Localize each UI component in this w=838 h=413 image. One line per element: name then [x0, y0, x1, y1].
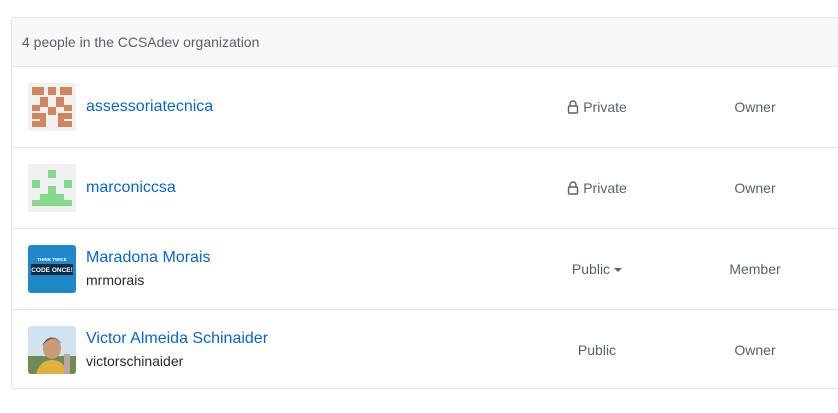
member-role: Member: [729, 261, 781, 277]
member-login: mrmorais: [86, 272, 145, 288]
visibility-dropdown[interactable]: Public: [542, 229, 652, 309]
caret-down-icon: [614, 268, 623, 272]
member-name-block: assessoriatecnica: [86, 67, 213, 147]
member-role: Owner: [734, 342, 776, 358]
member-name-block: Victor Almeida Schinaider victorschinaid…: [86, 310, 268, 390]
people-count-header: 4 people in the CCSAdev organization: [12, 18, 838, 67]
identicon-orange-icon[interactable]: [28, 83, 76, 131]
org-people-panel: 4 people in the CCSAdev organization ass…: [11, 17, 838, 389]
lock-icon: [567, 181, 579, 195]
member-name-link[interactable]: Victor Almeida Schinaider: [86, 328, 268, 350]
member-row: Victor Almeida Schinaider victorschinaid…: [12, 310, 838, 391]
think-twice-code-once-avatar[interactable]: THINK TWICE CODE ONCE!: [28, 245, 76, 293]
identicon-green-icon[interactable]: [28, 164, 76, 212]
visibility-label: Private: [583, 99, 627, 115]
member-name-link[interactable]: assessoriatecnica: [86, 96, 213, 118]
avatar-text-bottom: CODE ONCE!: [31, 267, 73, 274]
visibility-status: Private: [542, 148, 652, 228]
visibility-label: Public: [571, 261, 611, 277]
member-name-link[interactable]: marconiccsa: [86, 177, 176, 199]
lock-icon: [567, 100, 579, 114]
member-row: marconiccsa Private Owner: [12, 148, 838, 229]
avatar-text-top: THINK TWICE: [37, 257, 67, 262]
member-name-block: marconiccsa: [86, 148, 176, 228]
member-row: assessoriatecnica Private Owner: [12, 67, 838, 148]
member-role: Owner: [734, 180, 776, 196]
visibility-label: Private: [583, 180, 627, 196]
visibility-label: Public: [577, 342, 617, 358]
member-login: victorschinaider: [86, 353, 184, 369]
member-name-block: Maradona Morais mrmorais: [86, 229, 211, 309]
photo-avatar[interactable]: [28, 326, 76, 374]
visibility-status: Private: [542, 67, 652, 147]
member-row: THINK TWICE CODE ONCE! Maradona Morais m…: [12, 229, 838, 310]
visibility-status: Public: [542, 310, 652, 390]
people-count-text: 4 people in the CCSAdev organization: [22, 34, 260, 50]
member-role: Owner: [734, 99, 776, 115]
member-name-link[interactable]: Maradona Morais: [86, 247, 211, 269]
